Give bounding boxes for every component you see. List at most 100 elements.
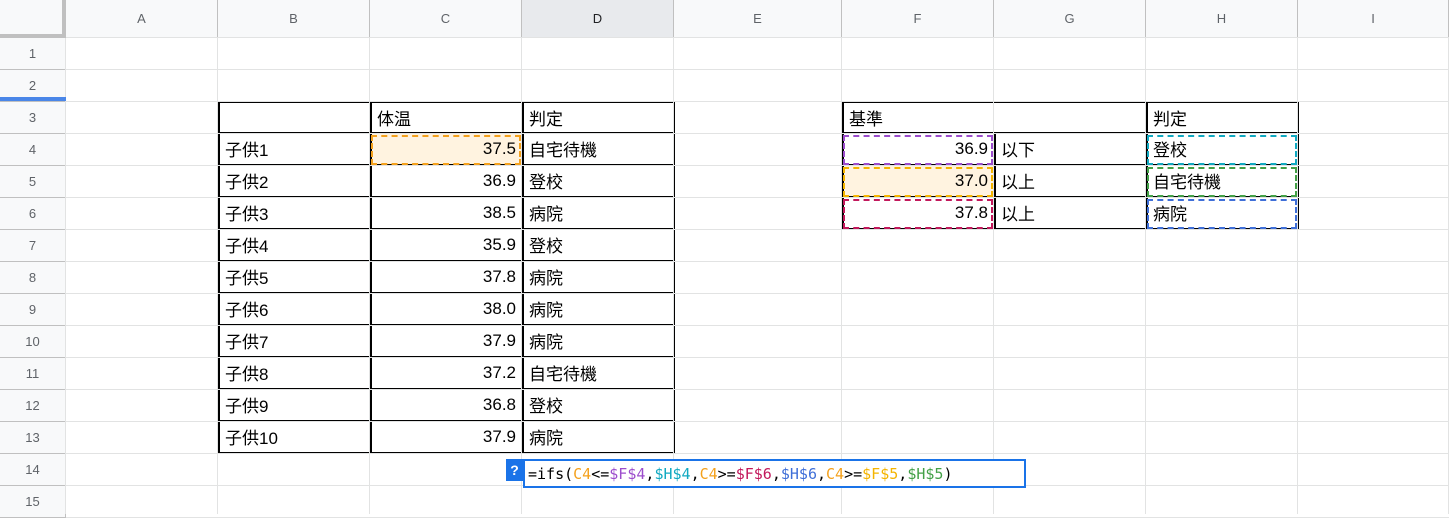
row-header-4[interactable]: 4 xyxy=(0,134,66,166)
gridline-horizontal xyxy=(66,165,1449,166)
table2-result-cell[interactable]: 自宅待機 xyxy=(1146,165,1299,198)
formula-token: , xyxy=(817,464,827,483)
table2-result-cell[interactable]: 病院 xyxy=(1146,197,1299,230)
gridline-horizontal xyxy=(66,101,1449,102)
table1-name-cell[interactable]: 子供4 xyxy=(218,229,371,262)
column-header-b[interactable]: B xyxy=(218,0,370,38)
table1-temp-cell[interactable]: 37.2 xyxy=(370,357,523,390)
gridline-horizontal xyxy=(66,325,1449,326)
column-header-h[interactable]: H xyxy=(1146,0,1298,38)
table1-result-cell[interactable]: 病院 xyxy=(522,325,675,358)
row-header-3[interactable]: 3 xyxy=(0,102,66,134)
freeze-row-handle[interactable] xyxy=(0,97,66,101)
table2-threshold-cell[interactable]: 37.8 xyxy=(842,197,995,230)
table1-name-cell[interactable]: 子供8 xyxy=(218,357,371,390)
table2-comparison-cell[interactable]: 以下 xyxy=(994,133,1147,166)
column-header-a[interactable]: A xyxy=(66,0,218,38)
row-header-8[interactable]: 8 xyxy=(0,262,66,294)
row-header-7[interactable]: 7 xyxy=(0,230,66,262)
formula-token: >= xyxy=(844,464,863,483)
table1-header-cell[interactable]: 体温 xyxy=(370,101,523,134)
table1-name-cell[interactable]: 子供6 xyxy=(218,293,371,326)
table2-comparison-cell[interactable]: 以上 xyxy=(994,197,1147,230)
gridline-horizontal xyxy=(66,421,1449,422)
row-header-6[interactable]: 6 xyxy=(0,198,66,230)
table1-result-cell[interactable]: 病院 xyxy=(522,197,675,230)
table1-temp-cell[interactable]: 37.5 xyxy=(370,133,523,166)
table1-name-cell[interactable]: 子供10 xyxy=(218,421,371,454)
gridline-vertical xyxy=(1297,38,1298,514)
table1-name-cell[interactable]: 子供5 xyxy=(218,261,371,294)
gridline-vertical xyxy=(369,38,370,514)
table1-temp-cell[interactable]: 37.8 xyxy=(370,261,523,294)
gridline-vertical xyxy=(217,38,218,514)
column-header-d[interactable]: D xyxy=(522,0,674,38)
column-header-g[interactable]: G xyxy=(994,0,1146,38)
gridline-horizontal xyxy=(66,197,1449,198)
formula-token: $H$6 xyxy=(780,464,817,483)
table1-result-cell[interactable]: 登校 xyxy=(522,165,675,198)
table1-temp-cell[interactable]: 37.9 xyxy=(370,325,523,358)
table1-result-cell[interactable]: 自宅待機 xyxy=(522,357,675,390)
formula-token: , xyxy=(690,464,700,483)
table1-temp-cell[interactable]: 36.9 xyxy=(370,165,523,198)
table2-comparison-cell[interactable]: 以上 xyxy=(994,165,1147,198)
row-header-12[interactable]: 12 xyxy=(0,390,66,422)
table1-header-cell[interactable]: 判定 xyxy=(522,101,675,134)
table1-temp-cell[interactable]: 35.9 xyxy=(370,229,523,262)
table1-name-cell[interactable]: 子供7 xyxy=(218,325,371,358)
row-header-9[interactable]: 9 xyxy=(0,294,66,326)
table1-temp-cell[interactable]: 36.8 xyxy=(370,389,523,422)
column-header-f[interactable]: F xyxy=(842,0,994,38)
table2-header-result[interactable]: 判定 xyxy=(1146,101,1299,134)
column-header-c[interactable]: C xyxy=(370,0,522,38)
gridline-vertical xyxy=(841,38,842,514)
table1-name-cell[interactable]: 子供1 xyxy=(218,133,371,166)
table1-result-cell[interactable]: 病院 xyxy=(522,293,675,326)
table1-result-cell[interactable]: 登校 xyxy=(522,229,675,262)
table1-name-cell[interactable]: 子供2 xyxy=(218,165,371,198)
formula-token: $F$5 xyxy=(862,464,899,483)
formula-token: C4 xyxy=(699,464,718,483)
row-header-14[interactable]: 14 xyxy=(0,454,66,486)
select-all-corner[interactable] xyxy=(0,0,66,38)
row-header-10[interactable]: 10 xyxy=(0,326,66,358)
gridline-vertical xyxy=(65,38,66,514)
formula-token: $F$4 xyxy=(609,464,646,483)
formula-edit-box[interactable]: =ifs(C4 <= $F$4, $H$4, C4 >= $F$6, $H$6, C4 >= $F$… xyxy=(523,459,1026,488)
row-header-13[interactable]: 13 xyxy=(0,422,66,454)
formula-token: C4 xyxy=(826,464,845,483)
formula-token: , xyxy=(771,464,781,483)
table1-result-cell[interactable]: 自宅待機 xyxy=(522,133,675,166)
table1-temp-cell[interactable]: 37.9 xyxy=(370,421,523,454)
table1-result-cell[interactable]: 病院 xyxy=(522,421,675,454)
row-header-5[interactable]: 5 xyxy=(0,166,66,198)
table1-result-cell[interactable]: 登校 xyxy=(522,389,675,422)
table2-threshold-cell[interactable]: 37.0 xyxy=(842,165,995,198)
gridline-vertical xyxy=(673,38,674,514)
gridline-horizontal xyxy=(66,261,1449,262)
table1-header-cell[interactable] xyxy=(218,101,371,134)
table2-header-criteria[interactable]: 基準 xyxy=(842,101,1147,134)
formula-token: =ifs( xyxy=(528,464,574,483)
gridline-horizontal xyxy=(66,69,1449,70)
row-header-15[interactable]: 15 xyxy=(0,486,66,518)
table1-name-cell[interactable]: 子供9 xyxy=(218,389,371,422)
gridline-horizontal xyxy=(66,37,1449,38)
gridline-horizontal xyxy=(66,229,1449,230)
formula-token: >= xyxy=(717,464,736,483)
formula-token: C4 xyxy=(573,464,592,483)
row-header-11[interactable]: 11 xyxy=(0,358,66,390)
column-header-i[interactable]: I xyxy=(1298,0,1449,38)
table1-temp-cell[interactable]: 38.5 xyxy=(370,197,523,230)
column-header-e[interactable]: E xyxy=(674,0,842,38)
table1-temp-cell[interactable]: 38.0 xyxy=(370,293,523,326)
table2-threshold-cell[interactable]: 36.9 xyxy=(842,133,995,166)
row-header-1[interactable]: 1 xyxy=(0,38,66,70)
table1-result-cell[interactable]: 病院 xyxy=(522,261,675,294)
spreadsheet-grid[interactable]: 病院 以上 37.8 自宅待機 以上 37.0 登校 以下 36.9 判定 基準 病院 37.9 子供10… xyxy=(0,0,1449,518)
formula-help-button[interactable]: ? xyxy=(506,459,523,481)
table1-name-cell[interactable]: 子供3 xyxy=(218,197,371,230)
table2-result-cell[interactable]: 登校 xyxy=(1146,133,1299,166)
gridline-vertical xyxy=(993,38,994,514)
